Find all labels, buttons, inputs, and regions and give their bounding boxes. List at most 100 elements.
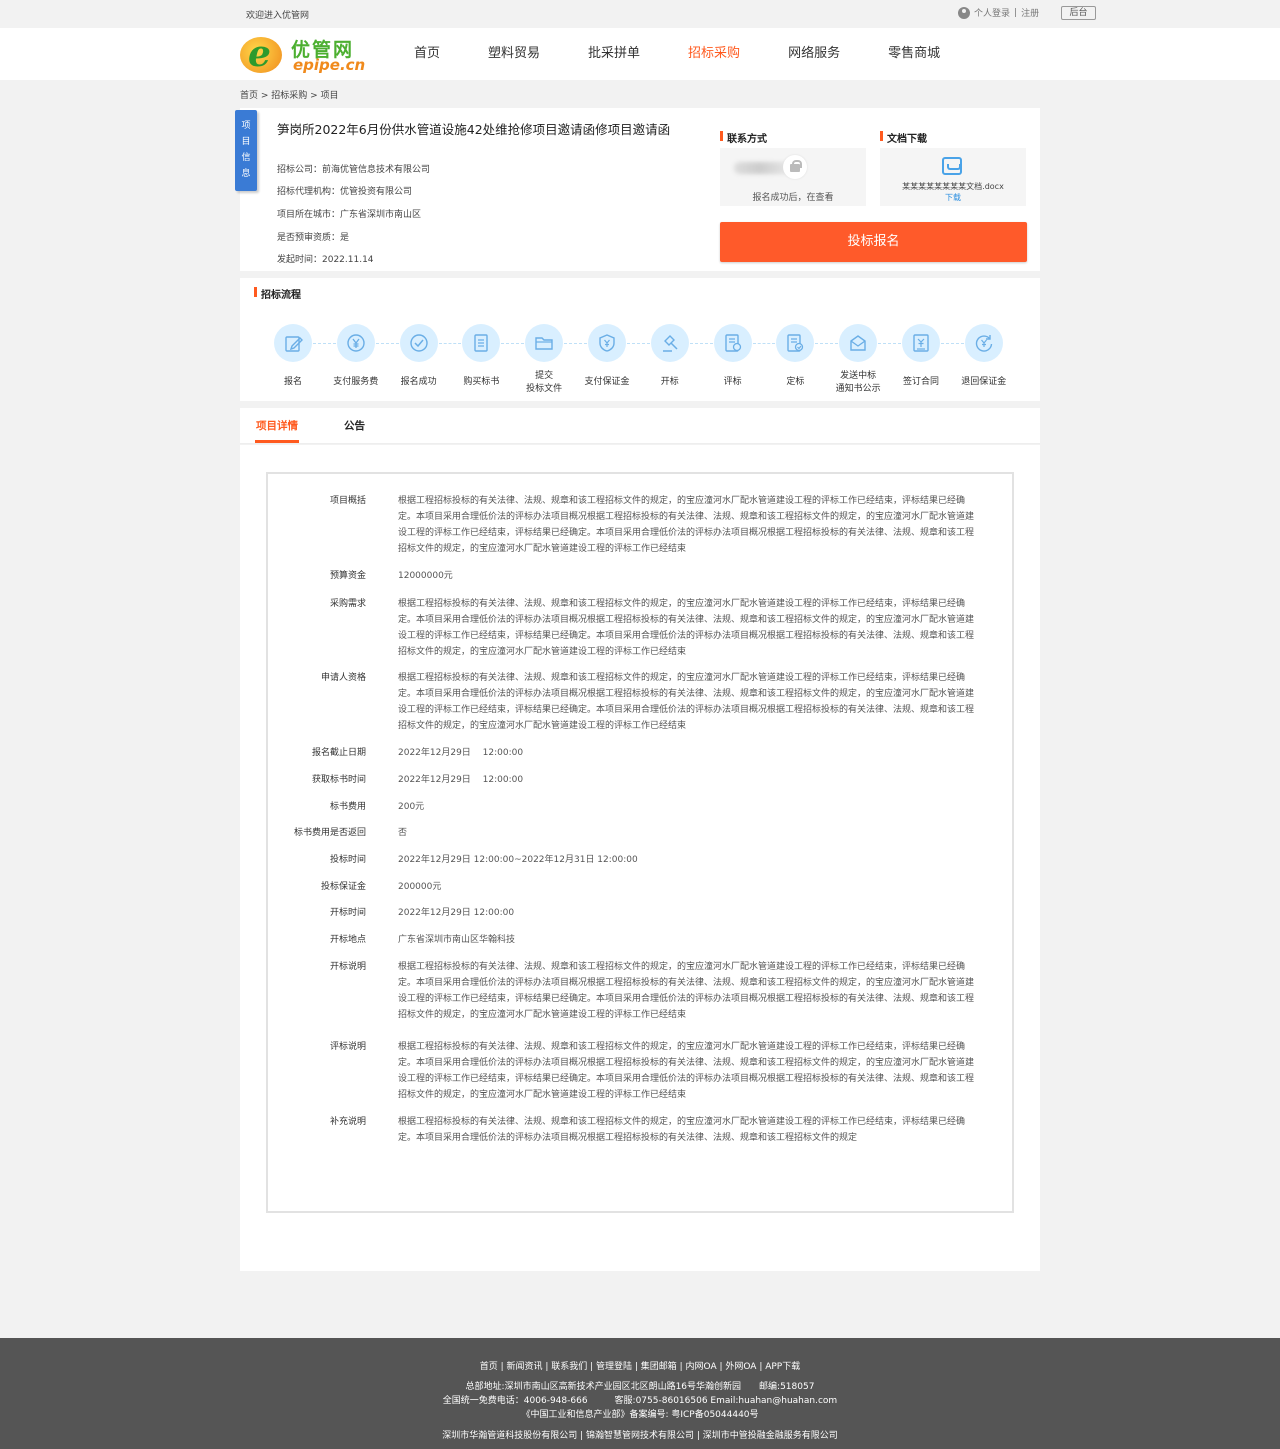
detail-value: 否 xyxy=(398,828,408,838)
detail-key: 采购需求 xyxy=(329,599,366,609)
site-logo[interactable]: e 优管网 epipe.cn xyxy=(238,33,366,78)
logo-en-text: epipe.cn xyxy=(293,56,366,74)
detail-value: 根据工程招标投标的有关法律、法规、规章和该工程招标文件的规定，的宝应潼河水厂配水… xyxy=(398,599,975,657)
process-step: 购买标书 xyxy=(446,324,516,389)
detail-value: 根据工程招标投标的有关法律、法规、规章和该工程招标文件的规定，的宝应潼河水厂配水… xyxy=(398,673,975,731)
step-label: 退回保证金 xyxy=(961,377,1007,387)
nav-item-3[interactable]: 招标采购 xyxy=(688,28,740,80)
detail-key: 开标时间 xyxy=(329,908,366,918)
detail-key: 补充说明 xyxy=(329,1117,366,1127)
detail-key: 标书费用是否返回 xyxy=(293,828,366,838)
detail-key: 投标保证金 xyxy=(320,882,366,892)
detail-key: 开标说明 xyxy=(329,962,366,972)
contact-heading: 联系方式 xyxy=(720,130,767,145)
detail-key: 开标地点 xyxy=(329,935,366,945)
inbox-icon xyxy=(942,157,962,175)
detail-value: 200元 xyxy=(398,802,425,812)
process-heading: 招标流程 xyxy=(254,286,301,301)
project-title: 笋岗所2022年6月份供水管道设施42处维抢修项目邀请函修项目邀请函 xyxy=(277,122,671,137)
nav-item-2[interactable]: 批采拼单 xyxy=(588,28,640,80)
detail-value: 2022年12月29日 12:00:00 xyxy=(398,908,515,918)
footer-phone: 全国统一免费电话：4006-948-666 客服:0755-86016506 E… xyxy=(442,1396,838,1406)
detail-value: 200000元 xyxy=(398,882,442,892)
review-icon xyxy=(713,324,752,362)
shield-yen-icon xyxy=(588,324,626,362)
yen-icon xyxy=(336,324,375,362)
nav-item-1[interactable]: 塑料贸易 xyxy=(488,28,540,80)
details-box: 项目概括根据工程招标投标的有关法律、法规、规章和该工程招标文件的规定，的宝应潼河… xyxy=(266,472,1014,1213)
lock-icon xyxy=(783,155,807,179)
step-label: 评标 xyxy=(723,377,742,387)
project-field: 是否预审资质：是 xyxy=(277,233,350,243)
step-label: 发送中标 通知书公示 xyxy=(835,371,881,394)
process-step: 支付保证金 xyxy=(572,324,642,389)
footer-icp: 《中国工业和信息产业部》备案编号: 粤ICP备05044440号 xyxy=(521,1410,759,1420)
detail-key: 申请人资格 xyxy=(320,673,366,683)
document-filename: 某某某某某某某某文档.docx xyxy=(902,182,1004,191)
tab-bar: 项目详情 公告 xyxy=(240,408,1040,444)
refund-icon xyxy=(964,324,1003,362)
process-step: 评标 xyxy=(698,324,768,389)
detail-value: 根据工程招标投标的有关法律、法规、规章和该工程招标文件的规定，的宝应潼河水厂配水… xyxy=(398,496,975,554)
detail-key: 标书费用 xyxy=(329,802,366,812)
footer-address: 总部地址:深圳市南山区高新技术产业园区北区朗山路16号华瀚创新园 邮编:5180… xyxy=(465,1382,815,1392)
detail-value: 根据工程招标投标的有关法律、法规、规章和该工程招标文件的规定，的宝应潼河水厂配水… xyxy=(398,962,975,1020)
detail-value: 2022年12月29日 12:00:00~2022年12月31日 12:00:0… xyxy=(398,855,638,865)
process-step: 报名成功 xyxy=(384,324,454,389)
check-icon xyxy=(399,324,438,362)
detail-key: 获取标书时间 xyxy=(311,775,366,785)
process-step: 支付服务费 xyxy=(321,324,391,389)
nav-item-0[interactable]: 首页 xyxy=(414,28,440,80)
breadcrumb: 首页 > 招标采购 > 项目 xyxy=(240,91,339,101)
project-field: 招标代理机构：优管投资有限公司 xyxy=(277,187,413,197)
step-label: 提交 投标文件 xyxy=(526,371,563,394)
process-step: 退回保证金 xyxy=(949,324,1019,389)
step-label: 支付服务费 xyxy=(333,377,379,387)
tab-project-details[interactable]: 项目详情 xyxy=(256,418,298,433)
bid-register-button[interactable]: 投标报名 xyxy=(720,222,1027,262)
nav-item-4[interactable]: 网络服务 xyxy=(788,28,840,80)
step-label: 开标 xyxy=(660,377,679,387)
step-label: 报名 xyxy=(283,377,302,387)
detail-value: 2022年12月29日 12:00:00 xyxy=(398,775,524,785)
detail-key: 投标时间 xyxy=(329,855,366,865)
header: e 优管网 epipe.cn 首页 塑料贸易 批采拼单 招标采购 网络服务 零售商城 xyxy=(0,28,1280,80)
separator: | xyxy=(1014,7,1018,18)
contact-box: 报名成功后，在查看 xyxy=(720,148,866,206)
edit-icon xyxy=(274,324,312,362)
process-step: 发送中标 通知书公示 xyxy=(823,324,893,396)
nav-item-5[interactable]: 零售商城 xyxy=(888,28,940,80)
detail-key: 评标说明 xyxy=(329,1042,366,1052)
project-info-tag: 项目信息 xyxy=(235,110,257,191)
document-heading: 文档下载 xyxy=(880,130,927,145)
tab-announcement[interactable]: 公告 xyxy=(344,418,365,433)
welcome-text: 欢迎进入优管网 xyxy=(246,11,310,21)
step-label: 定标 xyxy=(786,377,805,387)
download-link[interactable]: 下载 xyxy=(880,192,1026,203)
footer-companies: 深圳市华瀚管道科技股份有限公司 | 锦瀚智慧管网技术有限公司 | 深圳市中管投融… xyxy=(442,1431,838,1441)
folder-icon xyxy=(525,324,564,362)
process-step: 定标 xyxy=(760,324,830,389)
step-label: 购买标书 xyxy=(463,377,500,387)
register-link[interactable]: 注册 xyxy=(1021,6,1039,19)
step-label: 报名成功 xyxy=(400,377,437,387)
detail-key: 预算资金 xyxy=(329,571,366,581)
detail-key: 项目概括 xyxy=(329,496,366,506)
user-icon xyxy=(958,6,970,19)
project-field: 项目所在城市：广东省深圳市南山区 xyxy=(277,210,422,220)
user-links: 个人登录 | 注册 xyxy=(958,6,1039,19)
detail-value: 广东省深圳市南山区华翰科技 xyxy=(398,935,516,945)
detail-value: 根据工程招标投标的有关法律、法规、规章和该工程招标文件的规定，的宝应潼河水厂配水… xyxy=(398,1042,975,1100)
process-step: 签订合同 xyxy=(886,324,956,389)
step-label: 签订合同 xyxy=(902,377,939,387)
login-link[interactable]: 个人登录 xyxy=(974,6,1010,19)
document-icon xyxy=(462,324,501,362)
process-step: 报名 xyxy=(258,324,328,389)
footer-links[interactable]: 首页 | 新闻资讯 | 联系我们 | 管理登陆 | 集团邮箱 | 内网OA | … xyxy=(0,1359,1280,1372)
gavel-icon xyxy=(650,324,689,362)
step-label: 支付保证金 xyxy=(584,377,630,387)
document-box: 某某某某某某某某文档.docx 下载 xyxy=(880,148,1026,206)
process-step: 开标 xyxy=(635,324,705,389)
backend-button[interactable]: 后台 xyxy=(1061,6,1096,20)
main-nav: 首页 塑料贸易 批采拼单 招标采购 网络服务 零售商城 xyxy=(414,28,988,80)
